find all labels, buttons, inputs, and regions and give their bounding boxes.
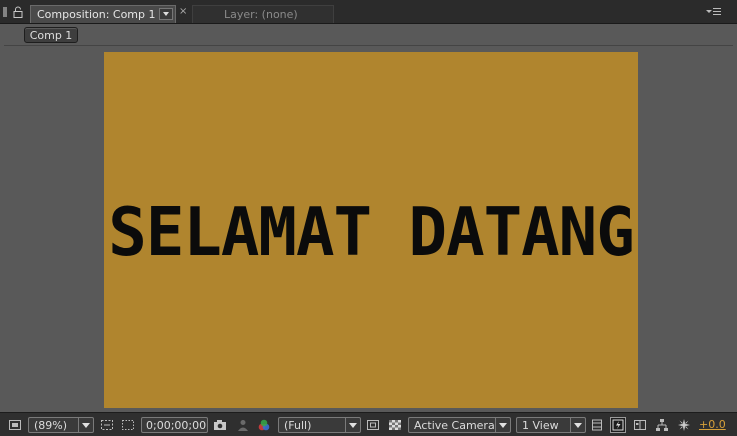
timecode-value: 0;00;00;00	[146, 419, 207, 432]
toggle-pixel-aspect-icon[interactable]	[590, 418, 604, 432]
comp-navigator-button[interactable]: Comp 1	[24, 27, 78, 43]
transparency-grid-icon[interactable]	[388, 418, 402, 432]
panel-menu-icon[interactable]	[706, 6, 722, 18]
channel-icon[interactable]	[257, 418, 271, 432]
composition-canvas[interactable]: SELAMAT DATANG	[104, 52, 638, 408]
always-preview-icon[interactable]	[8, 418, 22, 432]
snapshot-icon[interactable]	[213, 418, 227, 432]
3d-draft-icon[interactable]	[610, 417, 626, 433]
camera-value: Active Camera	[414, 419, 495, 432]
comp-navigator-label: Comp 1	[29, 29, 73, 42]
tab-layer-label: Layer: (none)	[224, 8, 298, 21]
chevron-down-icon	[345, 418, 360, 432]
resolution-dropdown[interactable]: (Full)	[278, 417, 361, 433]
tab-composition[interactable]: Composition: Comp 1	[30, 5, 176, 23]
chevron-down-icon	[78, 418, 93, 432]
view-layout-dropdown[interactable]: 1 View	[516, 417, 586, 433]
tab-composition-label: Composition: Comp 1	[37, 8, 156, 21]
magnification-dropdown[interactable]: (89%)	[28, 417, 94, 433]
timeline-icon[interactable]	[655, 418, 669, 432]
panel-tab-bar: Composition: Comp 1 × Layer: (none)	[0, 0, 737, 24]
exposure-value[interactable]: +0.0	[699, 418, 726, 431]
fast-preview-icon[interactable]	[366, 418, 380, 432]
toggle-mask-icon[interactable]	[121, 418, 135, 432]
canvas-text-layer[interactable]: SELAMAT DATANG	[104, 194, 638, 272]
tab-divider	[0, 23, 737, 24]
reset-exposure-icon[interactable]	[677, 418, 691, 432]
view-layout-value: 1 View	[522, 419, 559, 432]
tab-layer[interactable]: Layer: (none)	[192, 5, 334, 23]
panel-grip-icon[interactable]	[3, 7, 7, 17]
magnification-value: (89%)	[34, 419, 68, 432]
lock-icon[interactable]	[12, 6, 24, 18]
divider	[4, 45, 733, 46]
timecode-field[interactable]: 0;00;00;00	[141, 417, 208, 433]
show-snapshot-icon[interactable]	[236, 418, 250, 432]
chevron-down-icon	[570, 418, 585, 432]
comp-flowchart-icon[interactable]	[633, 418, 647, 432]
camera-dropdown[interactable]: Active Camera	[408, 417, 511, 433]
close-icon[interactable]: ×	[179, 6, 187, 17]
chevron-down-icon	[495, 418, 510, 432]
region-of-interest-icon[interactable]	[100, 418, 114, 432]
resolution-value: (Full)	[284, 419, 312, 432]
viewer-toolbar: (89%) 0;00;00;00 (Full) Active Camera 1 …	[0, 412, 737, 436]
chevron-down-icon[interactable]	[159, 8, 173, 20]
